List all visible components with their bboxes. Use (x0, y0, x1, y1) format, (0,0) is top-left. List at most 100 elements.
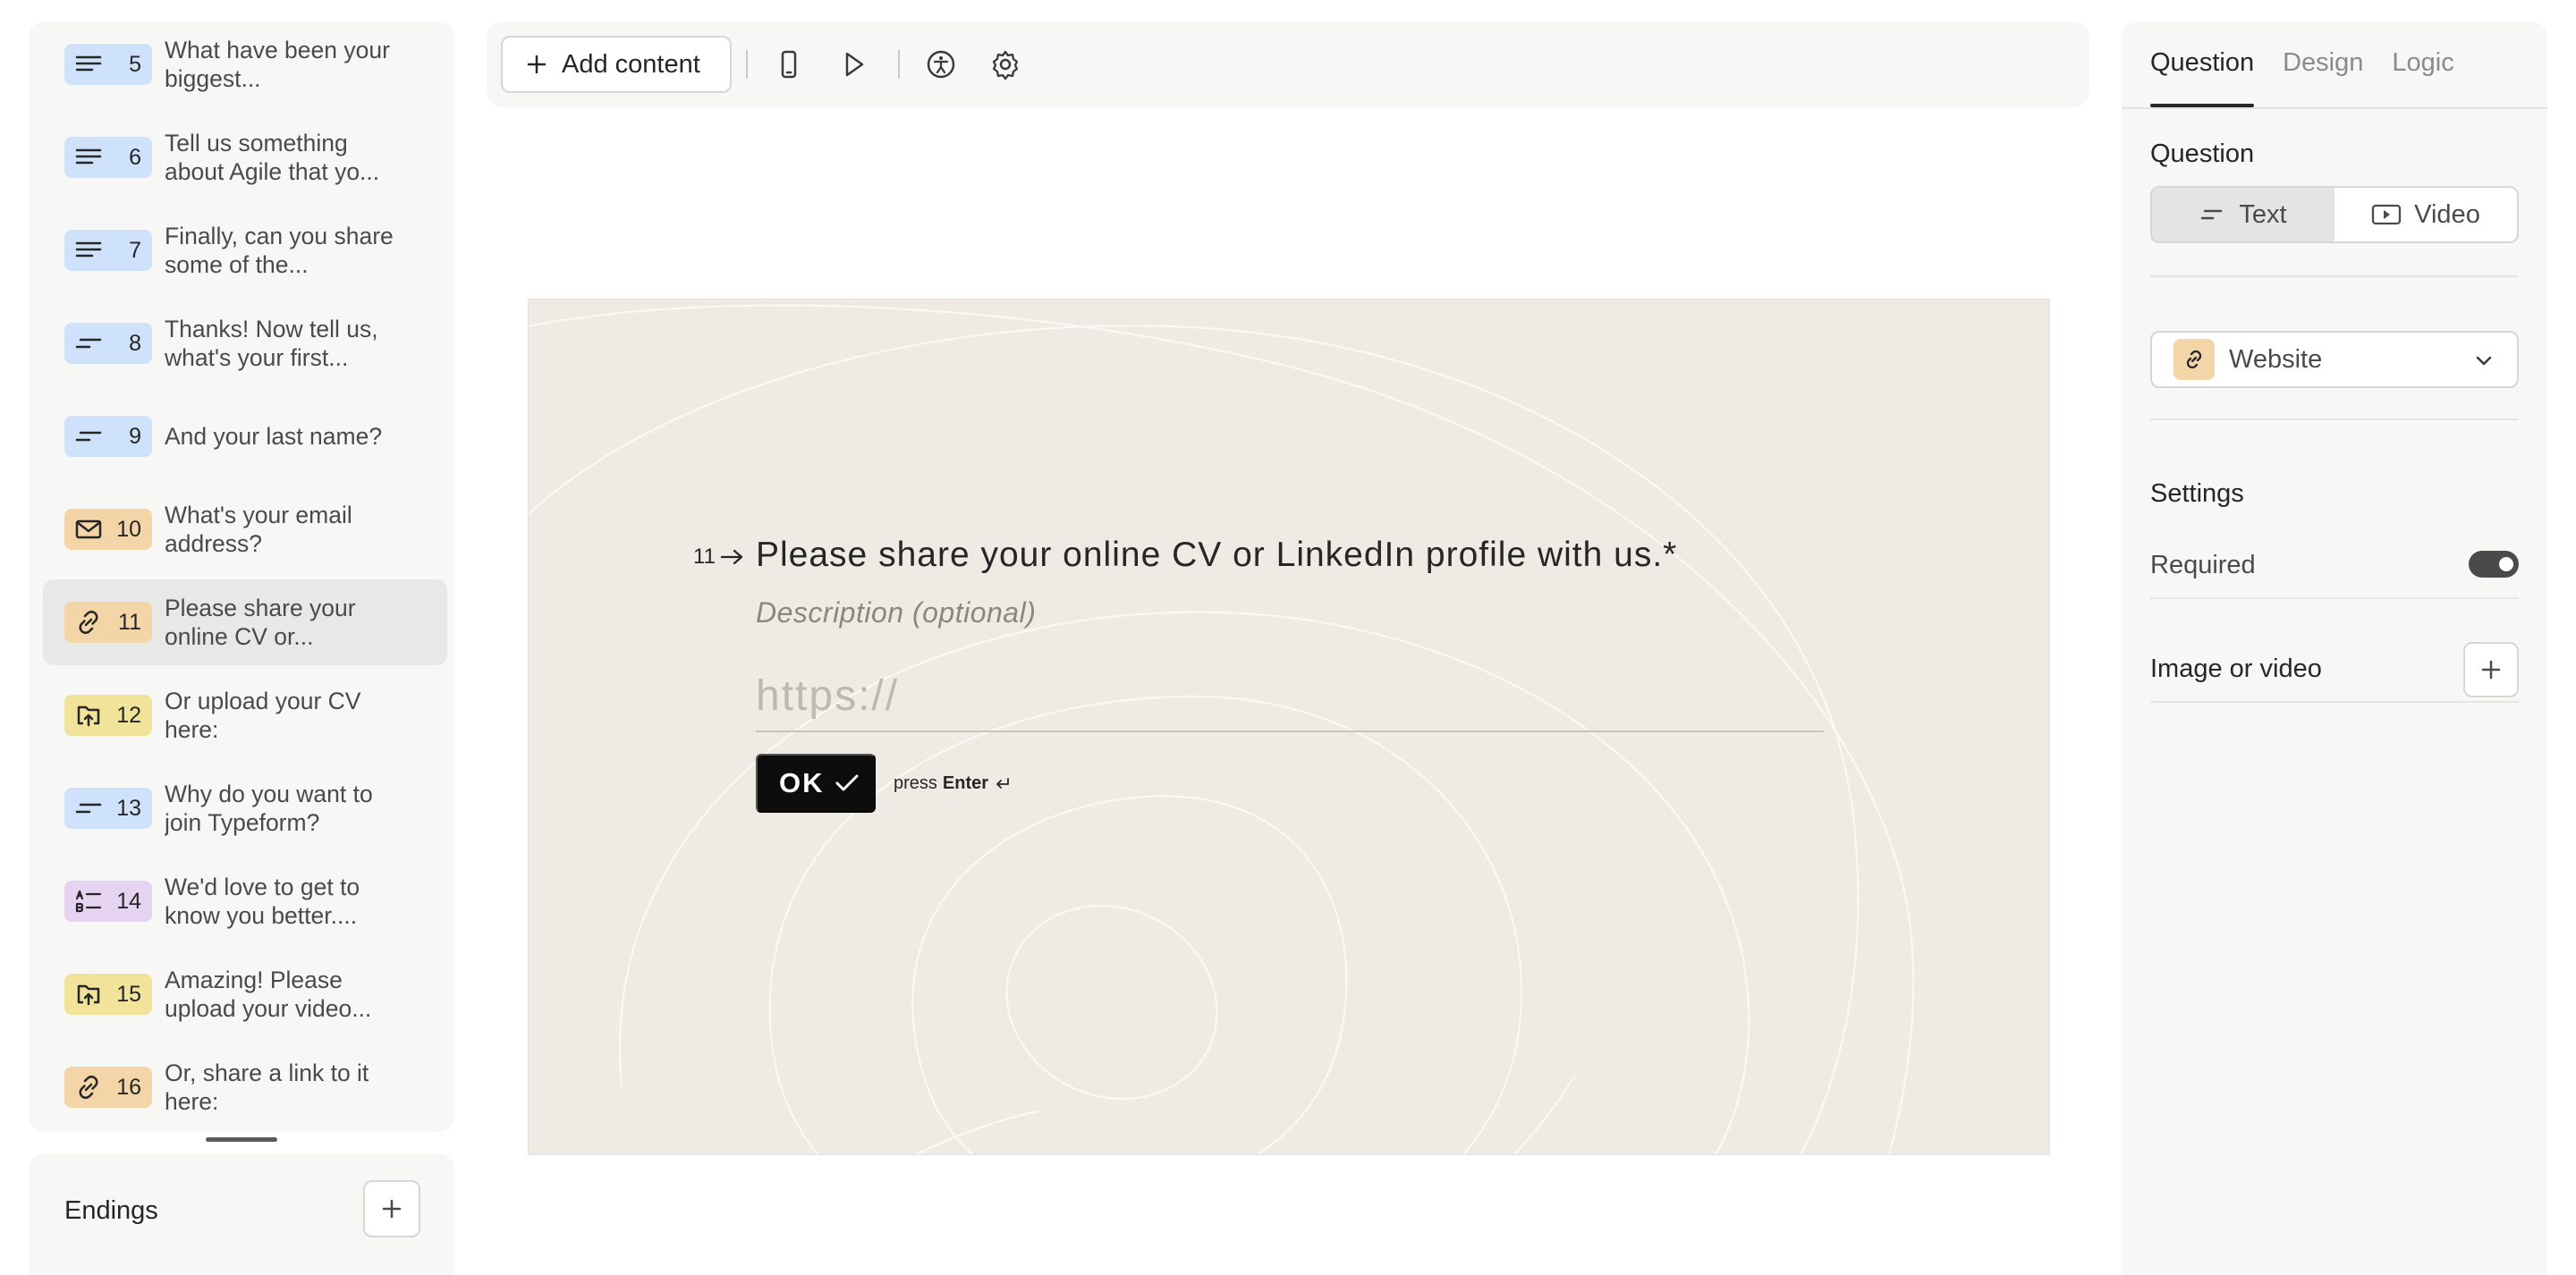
question-title: Tell us something about Agile that yo... (165, 130, 380, 185)
short-text-icon (73, 328, 104, 359)
upload-icon (73, 700, 104, 730)
press-label: press (894, 773, 937, 793)
add-media-button[interactable] (2463, 642, 2519, 697)
enter-key-label: Enter (942, 773, 989, 793)
question-type-badge: 5 (64, 44, 152, 85)
sidebar-question-item[interactable]: 11 Please share your online CV or... (43, 579, 447, 665)
question-title: Or, share a link to it here: (165, 1060, 369, 1115)
tabs-divider (2122, 107, 2547, 109)
question-number: 13 (116, 795, 141, 821)
question-type-select[interactable]: Website (2150, 331, 2519, 388)
panel-divider (2150, 701, 2519, 703)
link-icon (73, 1072, 104, 1102)
sidebar-question-item[interactable]: 10 What's your email address? (43, 486, 447, 572)
endings-panel: Endings (29, 1153, 454, 1275)
sidebar-question-item[interactable]: 12 Or upload your CV here: (43, 672, 447, 758)
question-number: 12 (116, 702, 141, 728)
question-list: 5 What have been your biggest... 6 Tell us … (43, 21, 447, 1132)
short-text-icon (73, 793, 104, 823)
sidebar-question-item[interactable]: 7 Finally, can you share some of the... (43, 207, 447, 293)
panel-divider (2150, 275, 2519, 277)
chevron-down-icon (2472, 349, 2496, 372)
question-number: 6 (129, 144, 141, 170)
sidebar-question-item[interactable]: 13 Why do you want to join Typeform? (43, 765, 447, 851)
question-type-badge: 6 (64, 137, 152, 178)
question-number: 5 (129, 51, 141, 77)
gear-icon (989, 48, 1021, 80)
panel-divider (2150, 418, 2519, 420)
panel-tabs: Question Design Logic (2150, 21, 2483, 107)
long-text-icon (73, 235, 104, 266)
sidebar-question-item[interactable]: 15 Amazing! Please upload your video... (43, 951, 447, 1037)
question-type-badge: 13 (64, 788, 152, 829)
question-type-badge: 8 (64, 323, 152, 364)
question-number: 16 (116, 1074, 141, 1100)
question-title: What's your email address? (165, 502, 352, 557)
question-number: 10 (116, 516, 141, 542)
sidebar-question-item[interactable]: 8 Thanks! Now tell us, what's your first.… (43, 300, 447, 386)
upload-icon (73, 979, 104, 1009)
question-type-badge: 12 (64, 695, 152, 736)
tab-logic[interactable]: Logic (2392, 21, 2453, 107)
question-type-badge: 7 (64, 230, 152, 271)
settings-button[interactable] (984, 43, 1027, 86)
question-type-badge: 15 (64, 974, 152, 1015)
video-option-label: Video (2414, 199, 2480, 229)
long-text-icon (73, 49, 104, 80)
arrow-right-icon (719, 546, 746, 568)
add-ending-button[interactable] (363, 1180, 420, 1237)
question-settings-panel: Question Design Logic Question Text Vide… (2122, 21, 2547, 1275)
question-type-badge: 11 (64, 602, 152, 643)
tab-design[interactable]: Design (2283, 21, 2363, 107)
question-section-label: Question (2150, 139, 2255, 168)
long-text-icon (73, 142, 104, 173)
sidebar-question-item[interactable]: 14 We'd love to get to know you better...… (43, 858, 447, 944)
question-number: 8 (129, 330, 141, 356)
add-content-label: Add content (562, 49, 700, 79)
link-icon (73, 607, 104, 638)
question-type-badge: 14 (64, 881, 152, 922)
question-type-badge: 9 (64, 416, 152, 457)
accessibility-button[interactable] (919, 43, 962, 86)
required-toggle[interactable] (2469, 551, 2519, 578)
accessibility-icon (925, 48, 957, 80)
panel-divider (2150, 597, 2519, 599)
toolbar-divider (898, 50, 900, 79)
website-input[interactable]: https:// (756, 670, 1824, 732)
question-type-label: Website (2229, 344, 2323, 374)
short-text-icon (2199, 206, 2226, 224)
sidebar-question-item[interactable]: 5 What have been your biggest... (43, 21, 447, 107)
press-enter-hint: press Enter (894, 773, 1012, 794)
plus-icon (2479, 657, 2504, 682)
tab-question[interactable]: Question (2150, 21, 2255, 107)
mail-icon (73, 514, 104, 545)
question-title: Or upload your CV here: (165, 688, 361, 743)
sidebar-question-item[interactable]: 6 Tell us something about Agile that yo..… (43, 114, 447, 200)
preview-play-button[interactable] (832, 43, 875, 86)
mobile-preview-button[interactable] (767, 43, 810, 86)
text-option[interactable]: Text (2152, 188, 2334, 241)
video-option[interactable]: Video (2334, 188, 2517, 241)
check-icon (834, 772, 860, 795)
question-type-badge: 16 (64, 1067, 152, 1108)
question-title: We'd love to get to know you better.... (165, 874, 360, 929)
question-title: What have been your biggest... (165, 37, 390, 92)
required-label: Required (2150, 551, 2256, 579)
sidebar-question-item[interactable]: 9 And your last name? (43, 393, 447, 479)
link-icon (2174, 339, 2215, 380)
text-option-label: Text (2239, 199, 2287, 229)
question-format-toggle: Text Video (2150, 186, 2519, 243)
question-title: Amazing! Please upload your video... (165, 967, 372, 1022)
sidebar-question-item[interactable]: 16 Or, share a link to it here: (43, 1044, 447, 1130)
question-title: And your last name? (165, 423, 383, 450)
add-content-button[interactable]: Add content (501, 36, 732, 93)
question-title[interactable]: Please share your online CV or LinkedIn … (756, 536, 1677, 575)
question-number: 11 (693, 545, 746, 570)
ok-button[interactable]: OK (756, 754, 876, 813)
question-title: Please share your online CV or... (165, 595, 356, 650)
plus-icon (524, 52, 549, 77)
sidebar-resize-handle[interactable] (206, 1137, 277, 1142)
question-description[interactable]: Description (optional) (756, 596, 1036, 629)
question-number: 9 (129, 423, 141, 449)
image-video-label: Image or video (2150, 654, 2322, 683)
